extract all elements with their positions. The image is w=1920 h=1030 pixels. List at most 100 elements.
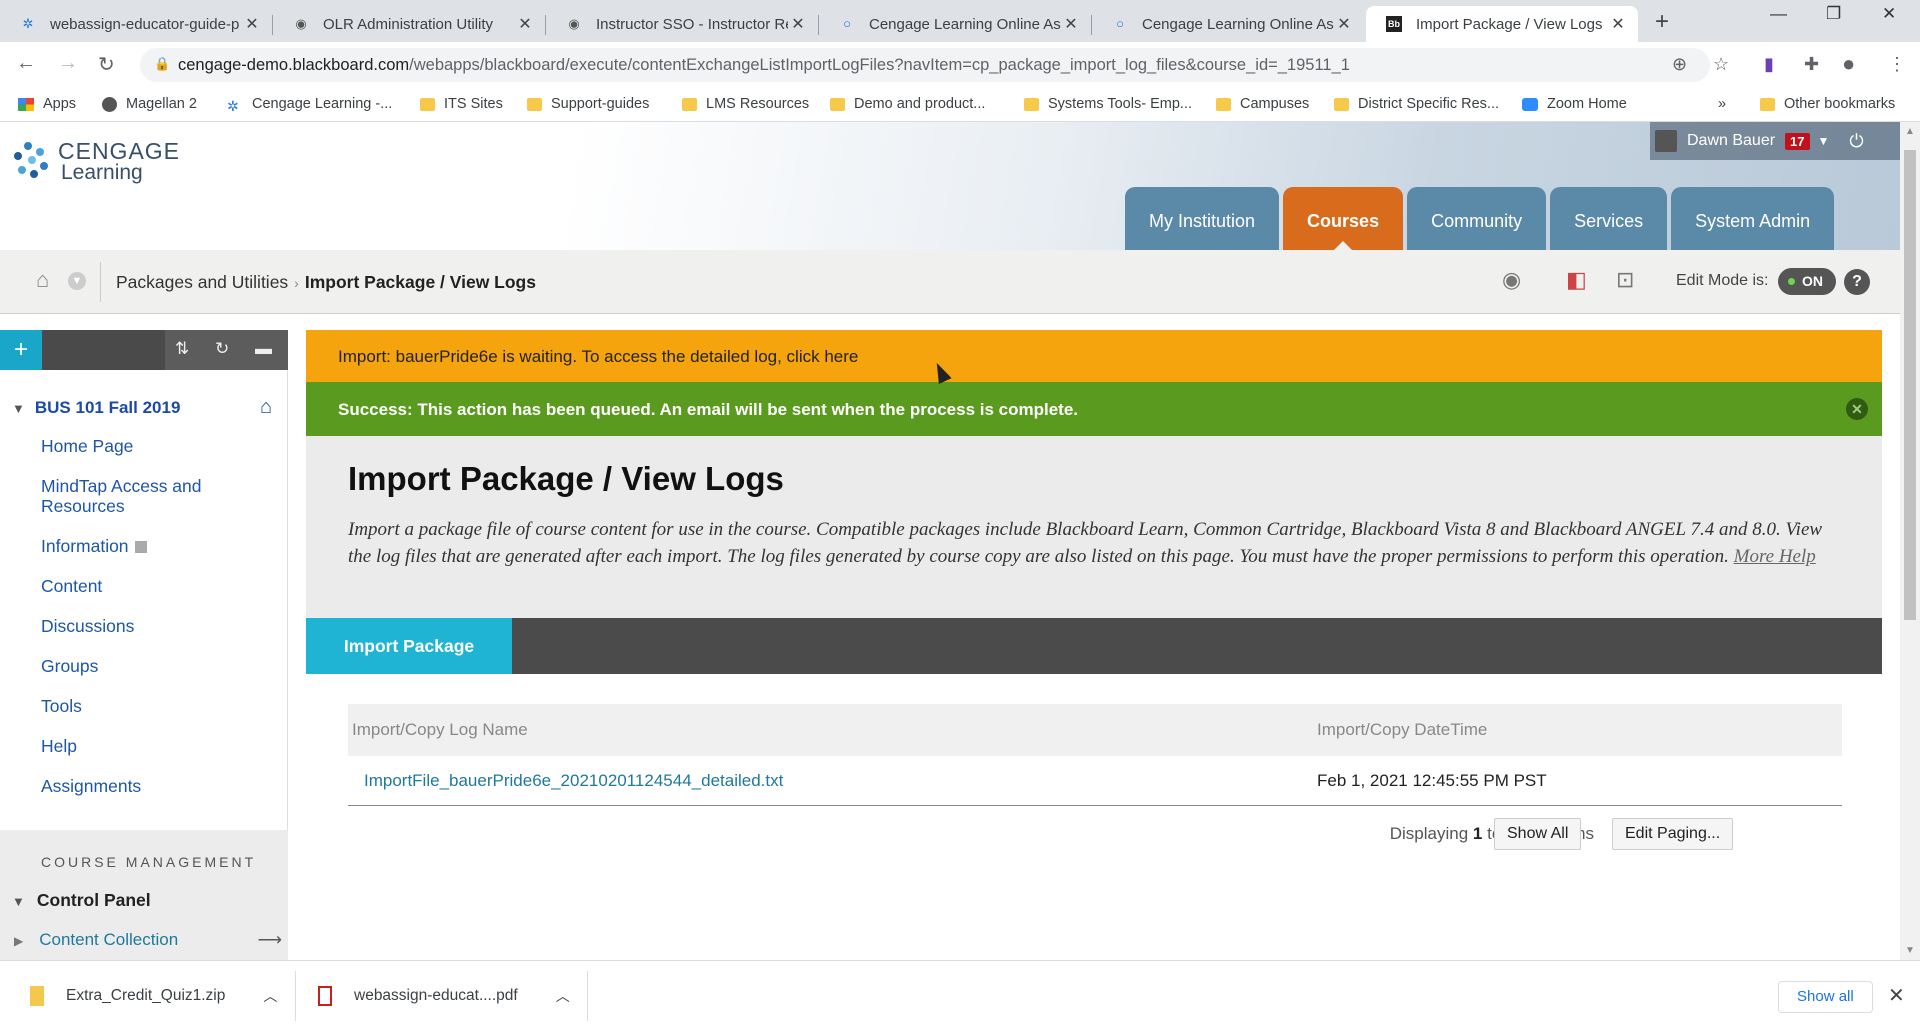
log-file-link[interactable]: ImportFile_bauerPride6e_20210201124544_d… [364,771,783,791]
column-header-datetime[interactable]: Import/Copy DateTime [1317,720,1487,740]
chevron-down-icon[interactable]: ▼ [68,272,86,290]
notification-badge[interactable]: 17 [1785,132,1810,150]
course-title[interactable]: ▼ BUS 101 Fall 2019 [12,398,180,418]
browser-tab-active[interactable]: Bb Import Package / View Logs ✕ [1366,6,1638,42]
bookmark-cengage[interactable]: ✲ Cengage Learning -... [227,96,392,114]
course-menu-item-assignments[interactable]: Assignments [41,776,276,796]
bookmark-demo-product[interactable]: Demo and product... [830,96,985,112]
bookmark-systems-tools[interactable]: Systems Tools- Emp... [1024,96,1192,112]
help-icon[interactable]: ? [1844,269,1870,295]
scroll-down-icon[interactable]: ▼ [1905,945,1915,956]
browser-tab[interactable]: ◉ OLR Administration Utility ✕ [273,6,546,42]
student-preview-icon[interactable]: ◉ [1502,267,1521,293]
breadcrumb-parent-link[interactable]: Packages and Utilities [116,272,288,292]
course-menu-item-groups[interactable]: Groups [41,656,276,676]
show-all-button[interactable]: Show All [1494,818,1582,850]
import-package-button[interactable]: Import Package [306,618,512,674]
collapse-triangle-icon[interactable]: ▼ [12,894,25,909]
minimize-icon[interactable]: — [1770,4,1787,24]
add-menu-item-button[interactable]: + [0,330,42,370]
close-icon[interactable]: ✕ [1061,14,1081,34]
bookmark-apps[interactable]: Apps [18,96,76,112]
more-help-link[interactable]: More Help [1734,546,1816,567]
browser-tab[interactable]: ○ Cengage Learning Online As ✕ [1092,6,1364,42]
download-item[interactable]: webassign-educat....pdf ︿ [318,961,570,1030]
logout-power-icon[interactable]: ⏻ [1849,131,1863,152]
back-icon[interactable]: ← [16,52,36,75]
expand-triangle-icon[interactable]: ▶ [14,934,23,948]
course-menu-item-mindtap[interactable]: MindTap Access and Resources [41,476,276,516]
customize-theme-icon[interactable]: ◧ [1566,267,1587,293]
close-icon[interactable]: ✕ [242,14,262,34]
success-text: Success: This action has been queued. An… [338,400,1079,419]
tab-courses[interactable]: Courses [1283,187,1404,251]
page-scrollbar[interactable]: ▲ ▼ [1900,122,1920,960]
forward-icon[interactable]: → [58,52,78,75]
collapse-triangle-icon[interactable]: ▼ [12,401,25,416]
bookmark-label: ITS Sites [444,96,503,112]
bookmark-its-sites[interactable]: ITS Sites [420,96,503,112]
content-collection[interactable]: ▶ Content Collection ⟶ [14,930,282,950]
new-tab-icon[interactable]: + [1655,8,1669,36]
course-menu-item-help[interactable]: Help [41,736,276,756]
show-all-downloads-button[interactable]: Show all [1778,981,1873,1013]
lock-icon[interactable]: ⊡ [1616,267,1634,293]
cengage-logo[interactable]: CENGAGE Learning [10,140,180,184]
star-icon[interactable]: ☆ [1713,54,1729,75]
course-menu-item-content[interactable]: Content [41,576,276,596]
control-panel[interactable]: ▼ Control Panel [12,890,151,911]
tab-services[interactable]: Services [1550,187,1668,250]
browser-tab[interactable]: ○ Cengage Learning Online As ✕ [819,6,1092,42]
import-status-alert[interactable]: Import: bauerPride6e is waiting. To acce… [306,330,1882,382]
tab-community[interactable]: Community [1407,187,1547,250]
bookmark-support-guides[interactable]: Support-guides [527,96,649,112]
folder-view-icon[interactable]: ▬ [255,339,272,359]
course-menu-item-tools[interactable]: Tools [41,696,276,716]
course-menu-item-information[interactable]: Information [41,536,276,556]
close-icon[interactable]: ✕ [1846,398,1868,420]
refresh-icon[interactable]: ↻ [215,339,229,359]
edit-paging-button[interactable]: Edit Paging... [1612,818,1734,850]
close-icon[interactable]: ✕ [1608,14,1628,34]
menu-icon[interactable]: ⋮ [1888,54,1906,75]
chevron-up-icon[interactable]: ︿ [263,986,277,1006]
course-home-icon[interactable]: ⌂ [260,396,272,419]
reorder-icon[interactable]: ⇅ [175,339,189,359]
close-window-icon[interactable]: ✕ [1882,4,1896,24]
puzzle-icon[interactable]: ✚ [1804,54,1819,75]
bookmark-campuses[interactable]: Campuses [1216,96,1309,112]
home-icon[interactable]: ⌂ [36,267,49,293]
browser-tab[interactable]: ◉ Instructor SSO - Instructor Re ✕ [546,6,819,42]
close-icon[interactable]: ✕ [1888,983,1905,1008]
column-header-log-name[interactable]: Import/Copy Log Name [352,720,528,740]
download-item[interactable]: Extra_Credit_Quiz1.zip ︿ [30,961,277,1030]
extension-icon[interactable]: ▮ [1764,54,1774,75]
zoom-icon[interactable]: ⊕ [1672,54,1687,75]
scrollbar-thumb[interactable] [1904,150,1916,620]
import-status-text[interactable]: Import: bauerPride6e is waiting. To acce… [338,347,858,366]
maximize-icon[interactable]: ❐ [1826,4,1841,24]
close-icon[interactable]: ✕ [515,14,535,34]
address-bar[interactable]: 🔒 cengage-demo.blackboard.com/webapps/bl… [140,48,1710,82]
bookmark-other[interactable]: Other bookmarks [1760,96,1895,112]
close-icon[interactable]: ✕ [1334,14,1354,34]
bookmarks-overflow[interactable]: » [1718,96,1726,112]
tab-my-institution[interactable]: My Institution [1125,187,1280,250]
course-menu-item-discussions[interactable]: Discussions [41,616,276,636]
browser-tab[interactable]: ✲ webassign-educator-guide-p ✕ [0,6,273,42]
profile-icon[interactable]: ● [1842,51,1855,77]
bookmark-lms-resources[interactable]: LMS Resources [682,96,809,112]
chevron-up-icon[interactable]: ︿ [556,986,570,1006]
edit-mode-toggle[interactable]: ON [1778,268,1836,295]
scroll-up-icon[interactable]: ▲ [1905,126,1915,137]
tab-system-admin[interactable]: System Admin [1671,187,1835,250]
bookmark-district-specific[interactable]: District Specific Res... [1334,96,1499,112]
course-menu-item-home-page[interactable]: Home Page [41,436,276,456]
bookmark-magellan[interactable]: Magellan 2 [102,96,197,112]
chevron-down-icon[interactable]: ▼ [1818,134,1830,148]
arrow-right-icon[interactable]: ⟶ [258,930,282,950]
reload-icon[interactable]: ↻ [98,52,115,77]
user-menu[interactable]: Dawn Bauer 17 ▼ ⏻ [1655,130,1864,152]
bookmark-zoom-home[interactable]: Zoom Home [1522,96,1627,112]
close-icon[interactable]: ✕ [788,14,808,34]
